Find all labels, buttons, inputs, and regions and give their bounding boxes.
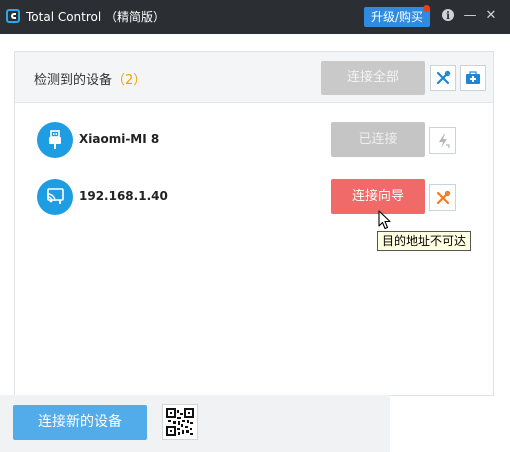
info-icon[interactable]: i	[440, 8, 456, 27]
window-title: Total Control （精简版）	[26, 10, 166, 24]
connect-new-device-button[interactable]: 连接新的设备	[13, 405, 147, 440]
qr-code-icon	[166, 408, 194, 436]
toolbox-button[interactable]	[460, 65, 486, 91]
device-name: Xiaomi-MI 8	[79, 132, 160, 146]
tools-icon	[436, 70, 451, 85]
detected-count: （2）	[112, 73, 147, 88]
mouse-cursor-icon	[378, 210, 391, 230]
connection-wizard-button[interactable]: 连接向导	[331, 179, 425, 214]
settings-tools-button[interactable]	[430, 65, 456, 91]
connect-all-button[interactable]: 连接全部	[321, 61, 425, 95]
wifi-device-icon	[37, 179, 73, 215]
usb-device-icon	[37, 122, 73, 158]
svg-text:i: i	[446, 11, 450, 22]
tools-icon	[436, 190, 450, 204]
device-name: 192.168.1.40	[79, 189, 168, 203]
flash-icon	[438, 133, 450, 148]
connected-button[interactable]: 已连接	[331, 122, 425, 157]
app-logo-icon	[6, 9, 20, 23]
qr-code-button[interactable]	[162, 404, 198, 440]
detected-devices-label: 检测到的设备（2）	[34, 73, 147, 88]
close-icon[interactable]: ✕	[483, 8, 499, 24]
toolbox-icon	[466, 71, 480, 84]
device-tools-button[interactable]	[429, 184, 456, 211]
minimize-icon[interactable]: —	[462, 8, 478, 24]
tooltip: 目的地址不可达	[377, 231, 472, 251]
flash-button[interactable]	[429, 127, 456, 154]
notification-dot	[423, 5, 430, 12]
upgrade-purchase-button[interactable]: 升级/购买	[364, 7, 430, 27]
